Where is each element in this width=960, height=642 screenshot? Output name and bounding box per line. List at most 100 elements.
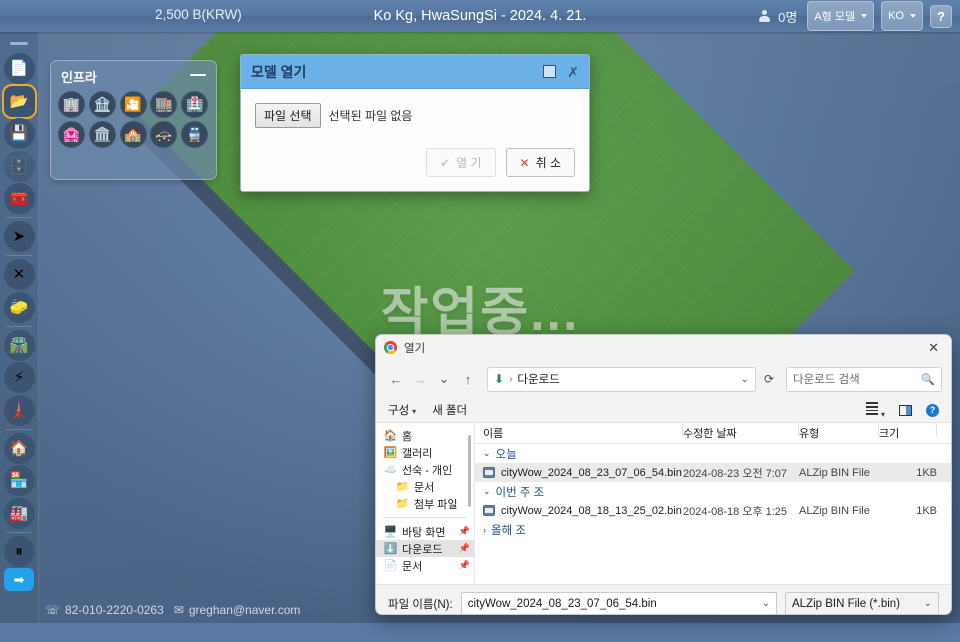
sidebar-scrollbar[interactable] xyxy=(468,435,471,507)
table-row[interactable]: cityWow_2024_08_23_07_06_54.bin 2024-08-2… xyxy=(475,463,951,482)
sidebar-item-documents-cloud[interactable]: 📁 문서 xyxy=(376,478,474,495)
file-group-header[interactable]: ⌄ 오늘 xyxy=(475,444,951,463)
sidebar-item-label: 바탕 화면 xyxy=(402,526,446,539)
tool-toolbox[interactable]: 🧰 xyxy=(3,183,35,214)
infra-cinema-building[interactable]: 🎦 xyxy=(119,91,147,118)
infra-police-station[interactable]: 🚓 xyxy=(150,121,178,148)
tool-eraser[interactable]: 🧽 xyxy=(3,291,35,323)
cancel-button[interactable]: ✕ 취 소 xyxy=(505,148,575,177)
forward-button[interactable]: → xyxy=(409,368,431,390)
bin-file-icon xyxy=(483,467,495,478)
file-group-header[interactable]: › 올해 조 xyxy=(475,520,951,539)
tool-open-folder[interactable]: 📂 xyxy=(1,83,37,119)
breadcrumb[interactable]: ⬇ › 다운로드 ⌄ xyxy=(487,366,756,392)
tool-residential-house[interactable]: 🏠 xyxy=(3,432,35,464)
commandbar-right: ▾ ? xyxy=(865,400,939,419)
recent-locations-button[interactable]: ⌄ xyxy=(433,368,455,390)
desktop-icon: 🖥️ xyxy=(383,526,398,538)
search-icon: 🔍 xyxy=(921,373,935,386)
sidebar-item-desktop[interactable]: 🖥️ 바탕 화면 📌 xyxy=(376,523,474,540)
model-open-dialog[interactable]: 모델 열기 ✗ 파일 선택 선택된 파일 없음 ✔ 열 기 ✕ 취 소 xyxy=(240,54,590,192)
file-name-cell: cityWow_2024_08_23_07_06_54.bin xyxy=(483,467,683,479)
sidebar-item-attachments[interactable]: 📁 첨부 파일 xyxy=(376,495,474,512)
download-icon: ⬇ xyxy=(494,372,505,386)
infra-apartment-building[interactable]: 🏬 xyxy=(150,91,178,118)
infra-bank-building[interactable]: 🏦 xyxy=(88,91,116,118)
chevron-down-icon[interactable]: ⌄ xyxy=(483,486,491,497)
infra-hospital-building[interactable]: 🏥 xyxy=(181,91,209,118)
sidebar-item-downloads[interactable]: ⬇️ 다운로드 📌 xyxy=(376,540,474,557)
tool-pointer-select[interactable]: ➤ xyxy=(3,221,35,252)
tool-road[interactable]: 🛣️ xyxy=(3,329,35,361)
column-header-type[interactable]: 유형 xyxy=(799,422,879,441)
preview-pane-icon[interactable] xyxy=(899,404,912,416)
tool-delete-cross[interactable]: ✕ xyxy=(3,259,35,290)
sidebar-item-gallery[interactable]: 🖼️ 갤러리 xyxy=(376,444,474,461)
infrastructure-panel[interactable]: 인프라 🏢 🏦 🎦 🏬 🏥 🏩 🏛️ 🏫 🚓 🚆 xyxy=(50,60,217,180)
toolbar-buttons: 📄 📂 💾 🗄️ 🧰 ➤ ✕ 🧽 🛣️ ⚡ 🗼 🏠 🏪 🏭 ⏸ ➡ xyxy=(0,42,38,591)
pin-icon[interactable]: 📌 xyxy=(459,526,470,537)
chevron-right-icon[interactable]: › xyxy=(483,525,486,535)
sidebar-item-label: 갤러리 xyxy=(402,447,433,460)
organize-button[interactable]: 구성 ▾ xyxy=(388,402,416,418)
toolbar-separator xyxy=(6,217,32,218)
sidebar-item-onedrive-personal[interactable]: ☁️ 선숙 - 개인 xyxy=(376,461,474,478)
column-header-date[interactable]: 수정한 날짜 xyxy=(683,422,799,441)
tool-pause[interactable]: ⏸ xyxy=(3,535,35,567)
refresh-icon[interactable]: ⟳ xyxy=(758,372,780,386)
windows-file-open-dialog[interactable]: 열기 ✕ ← → ⌄ ↑ ⬇ › 다운로드 ⌄ ⟳ 다운로드 검색 🔍 구성 ▾ … xyxy=(375,334,952,615)
cinema-building-icon: 🎦 xyxy=(124,96,142,112)
tool-commercial-store[interactable]: 🏪 xyxy=(3,465,35,496)
sidebar-item-home[interactable]: 🏠 홈 xyxy=(376,427,474,444)
toolbox-icon: 🧰 xyxy=(9,190,29,207)
file-group-label: 이번 주 조 xyxy=(495,486,545,499)
selected-file-label: 선택된 파일 없음 xyxy=(328,109,413,123)
tool-new-document[interactable]: 📄 xyxy=(3,53,35,84)
infra-mall-building[interactable]: 🏩 xyxy=(58,121,85,148)
list-view-icon[interactable]: ▾ xyxy=(865,400,885,419)
filename-input[interactable]: cityWow_2024_08_23_07_06_54.bin ⌄ xyxy=(460,592,777,614)
tool-play-forward[interactable]: ➡ xyxy=(4,568,34,591)
pin-icon[interactable]: 📌 xyxy=(459,543,470,554)
infra-train-station[interactable]: 🚆 xyxy=(181,121,209,148)
chevron-down-icon[interactable]: ⌄ xyxy=(762,598,770,609)
sidebar-item-label: 선숙 - 개인 xyxy=(402,464,453,477)
help-icon[interactable]: ? xyxy=(926,403,939,417)
infra-museum-building[interactable]: 🏛️ xyxy=(88,121,116,148)
filetype-select[interactable]: ALZip BIN File (*.bin) ⌄ xyxy=(785,592,939,614)
toolbar-grip[interactable] xyxy=(10,42,28,45)
breadcrumb-separator: › xyxy=(509,373,513,385)
tool-industrial-factory[interactable]: 🏭 xyxy=(3,497,35,529)
table-row[interactable]: cityWow_2024_08_18_13_25_02.bin 2024-08-1… xyxy=(475,501,951,520)
infra-office-building[interactable]: 🏢 xyxy=(58,91,85,118)
column-header-name[interactable]: 이름 xyxy=(483,422,683,441)
tool-database[interactable]: 🗄️ xyxy=(3,150,35,182)
back-button[interactable]: ← xyxy=(385,368,407,390)
column-header-size[interactable]: 크기 xyxy=(879,422,937,441)
column-separator[interactable] xyxy=(936,422,937,436)
sidebar-item-label: 문서 xyxy=(414,481,435,494)
close-icon[interactable]: ✕ xyxy=(924,340,943,356)
infra-school-building[interactable]: 🏫 xyxy=(119,121,147,148)
pin-icon[interactable]: 📌 xyxy=(459,560,470,571)
chevron-down-icon[interactable]: ⌄ xyxy=(483,448,491,459)
minimize-icon[interactable] xyxy=(190,73,206,76)
eraser-icon: 🧽 xyxy=(9,298,29,316)
search-input[interactable]: 다운로드 검색 🔍 xyxy=(786,366,942,392)
up-button[interactable]: ↑ xyxy=(457,368,479,390)
chevron-down-icon[interactable]: ⌄ xyxy=(741,374,749,385)
phone-icon: ☏ xyxy=(45,603,61,617)
file-group-header[interactable]: ⌄ 이번 주 조 xyxy=(475,482,951,501)
new-folder-button[interactable]: 새 폴더 xyxy=(432,402,467,418)
toolbar-separator xyxy=(6,428,32,430)
tool-power-bolt[interactable]: ⚡ xyxy=(3,362,35,393)
maximize-icon[interactable] xyxy=(543,65,557,78)
close-icon[interactable]: ✗ xyxy=(567,65,579,79)
open-button[interactable]: ✔ 열 기 xyxy=(426,148,496,177)
choose-file-button[interactable]: 파일 선택 xyxy=(255,103,321,128)
tool-save-file[interactable]: 💾 xyxy=(3,118,35,149)
tool-power-tower[interactable]: 🗼 xyxy=(3,394,35,426)
sidebar-item-documents[interactable]: 📄 문서 📌 xyxy=(376,557,474,574)
sidebar-divider xyxy=(384,517,466,518)
downloads-icon: ⬇️ xyxy=(383,543,398,555)
